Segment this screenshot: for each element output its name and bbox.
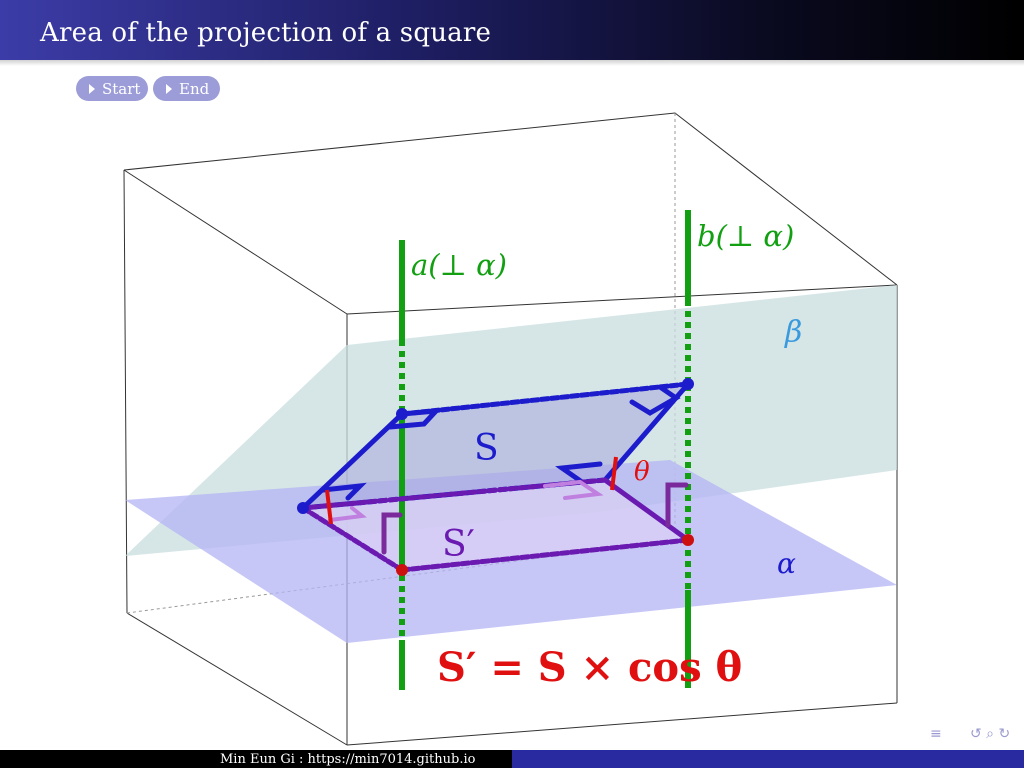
label-angle-theta: θ <box>634 457 650 487</box>
footer-right <box>512 750 1024 768</box>
align-icon[interactable]: ≡ <box>930 726 942 742</box>
label-line-b: b(⊥ α) <box>697 219 794 253</box>
projection-figure: a(⊥ α) b(⊥ α) β α S S′ θ S′ = S × cos θ <box>123 112 898 746</box>
point-projection-left <box>396 564 408 576</box>
footer-left: Min Eun Gi : https://min7014.github.io <box>0 750 512 768</box>
point-projection-right <box>682 534 694 546</box>
formula: S′ = S × cos θ <box>437 644 742 691</box>
label-square-s: S <box>474 428 499 469</box>
point-top-right <box>682 378 694 390</box>
point-top-left <box>396 408 408 420</box>
label-plane-alpha: α <box>777 547 796 580</box>
label-plane-beta: β <box>784 315 802 350</box>
label-line-a: a(⊥ α) <box>411 248 507 282</box>
label-projection-s-prime: S′ <box>442 524 475 565</box>
point-left <box>297 502 309 514</box>
footer-author: Min Eun Gi : https://min7014.github.io <box>220 752 476 767</box>
loop-icon[interactable]: ↺ ⌕ ↻ <box>970 726 1010 742</box>
